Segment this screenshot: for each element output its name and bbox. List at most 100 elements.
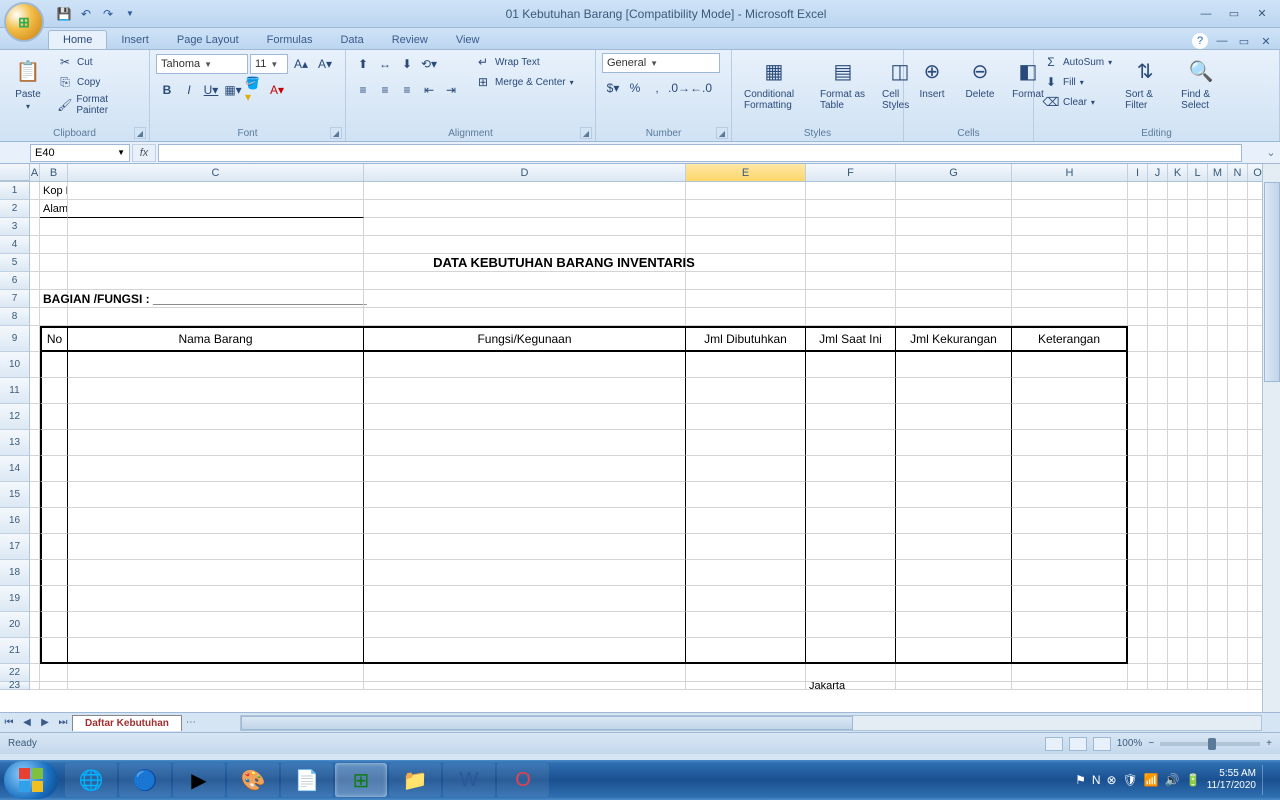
cell[interactable]: [1128, 534, 1148, 560]
cell[interactable]: [364, 534, 686, 560]
row-header-5[interactable]: 5: [0, 254, 30, 272]
zoom-out-button[interactable]: −: [1148, 738, 1154, 749]
row-header-23[interactable]: 23: [0, 682, 30, 690]
cell[interactable]: Jml Dibutuhkan: [686, 326, 806, 352]
cell[interactable]: [1128, 200, 1148, 218]
tab-review[interactable]: Review: [378, 31, 442, 49]
cell[interactable]: [896, 378, 1012, 404]
cell[interactable]: [30, 352, 40, 378]
undo-icon[interactable]: ↶: [78, 6, 94, 22]
cell[interactable]: [1012, 378, 1128, 404]
cell[interactable]: [1208, 378, 1228, 404]
cell[interactable]: [1012, 236, 1128, 254]
cell[interactable]: [30, 664, 40, 682]
tab-formulas[interactable]: Formulas: [253, 31, 327, 49]
page-break-view-button[interactable]: [1093, 737, 1111, 751]
cell[interactable]: [1188, 482, 1208, 508]
cell[interactable]: Jml Saat Ini: [806, 326, 896, 352]
tray-bluetooth-icon[interactable]: ⊗: [1107, 773, 1117, 787]
cell[interactable]: [1148, 378, 1168, 404]
cell[interactable]: [40, 508, 68, 534]
cell[interactable]: [686, 352, 806, 378]
cell[interactable]: DATA KEBUTUHAN BARANG INVENTARIS: [364, 254, 686, 272]
formula-bar[interactable]: [158, 144, 1242, 162]
cell[interactable]: [806, 236, 896, 254]
cell[interactable]: [30, 430, 40, 456]
cell[interactable]: [1128, 182, 1148, 200]
row-header-16[interactable]: 16: [0, 508, 30, 534]
cell[interactable]: [1188, 236, 1208, 254]
cell[interactable]: [686, 612, 806, 638]
col-header-H[interactable]: H: [1012, 164, 1128, 181]
cell[interactable]: [686, 664, 806, 682]
cell[interactable]: [686, 430, 806, 456]
cell[interactable]: Alamat Madrasah: [40, 200, 68, 218]
cell[interactable]: [68, 308, 364, 326]
taskbar-explorer-icon[interactable]: 📁: [389, 763, 441, 797]
cell[interactable]: [896, 638, 1012, 664]
cell[interactable]: Keterangan: [1012, 326, 1128, 352]
cell[interactable]: [1012, 612, 1128, 638]
zoom-level[interactable]: 100%: [1117, 738, 1143, 749]
cell[interactable]: [686, 508, 806, 534]
cell[interactable]: [806, 290, 896, 308]
cell[interactable]: [364, 200, 686, 218]
font-size-combo[interactable]: 11▼: [250, 54, 288, 74]
decrease-decimal-button[interactable]: ←.0: [690, 77, 712, 99]
cell[interactable]: [686, 272, 806, 290]
cell[interactable]: [1208, 456, 1228, 482]
cell[interactable]: [364, 352, 686, 378]
taskbar-word-icon[interactable]: W: [443, 763, 495, 797]
cell[interactable]: [1188, 200, 1208, 218]
row-header-4[interactable]: 4: [0, 236, 30, 254]
cell[interactable]: [30, 560, 40, 586]
col-header-A[interactable]: A: [30, 164, 40, 181]
ribbon-minimize-button[interactable]: —: [1214, 33, 1230, 49]
cell[interactable]: [1148, 682, 1168, 690]
align-right-button[interactable]: ≡: [396, 79, 418, 101]
cell[interactable]: [364, 218, 686, 236]
format-as-table-button[interactable]: ▤Format as Table: [814, 53, 872, 113]
shrink-font-button[interactable]: A▾: [314, 53, 336, 75]
font-color-button[interactable]: A▾: [266, 79, 288, 101]
cell[interactable]: [1208, 290, 1228, 308]
cell[interactable]: [68, 404, 364, 430]
cell[interactable]: [1188, 326, 1208, 352]
cell[interactable]: [1228, 664, 1248, 682]
cell[interactable]: [806, 378, 896, 404]
cell[interactable]: [40, 218, 68, 236]
increase-decimal-button[interactable]: .0→: [668, 77, 690, 99]
row-header-13[interactable]: 13: [0, 430, 30, 456]
cell[interactable]: [30, 308, 40, 326]
cell[interactable]: [364, 290, 686, 308]
number-launcher[interactable]: ◢: [716, 127, 728, 139]
cell[interactable]: [1228, 200, 1248, 218]
cell[interactable]: [1208, 182, 1228, 200]
row-header-15[interactable]: 15: [0, 482, 30, 508]
cell[interactable]: [1228, 352, 1248, 378]
col-header-E[interactable]: E: [686, 164, 806, 181]
cell[interactable]: [30, 200, 40, 218]
cell[interactable]: [40, 254, 68, 272]
cell[interactable]: [1148, 664, 1168, 682]
cell[interactable]: [1148, 326, 1168, 352]
cell[interactable]: [1228, 236, 1248, 254]
cell[interactable]: [806, 482, 896, 508]
cell[interactable]: [1012, 254, 1128, 272]
cell[interactable]: [364, 508, 686, 534]
normal-view-button[interactable]: [1045, 737, 1063, 751]
cell[interactable]: [896, 352, 1012, 378]
comma-button[interactable]: ,: [646, 77, 668, 99]
cell[interactable]: [896, 482, 1012, 508]
cell[interactable]: [1168, 236, 1188, 254]
grow-font-button[interactable]: A▴: [290, 53, 312, 75]
orientation-button[interactable]: ⟲▾: [418, 53, 440, 75]
increase-indent-button[interactable]: ⇥: [440, 79, 462, 101]
cell[interactable]: [1128, 404, 1148, 430]
cell[interactable]: [1188, 430, 1208, 456]
cell[interactable]: [896, 308, 1012, 326]
row-header-11[interactable]: 11: [0, 378, 30, 404]
row-header-18[interactable]: 18: [0, 560, 30, 586]
cell[interactable]: [686, 586, 806, 612]
taskbar-paint-icon[interactable]: 🎨: [227, 763, 279, 797]
